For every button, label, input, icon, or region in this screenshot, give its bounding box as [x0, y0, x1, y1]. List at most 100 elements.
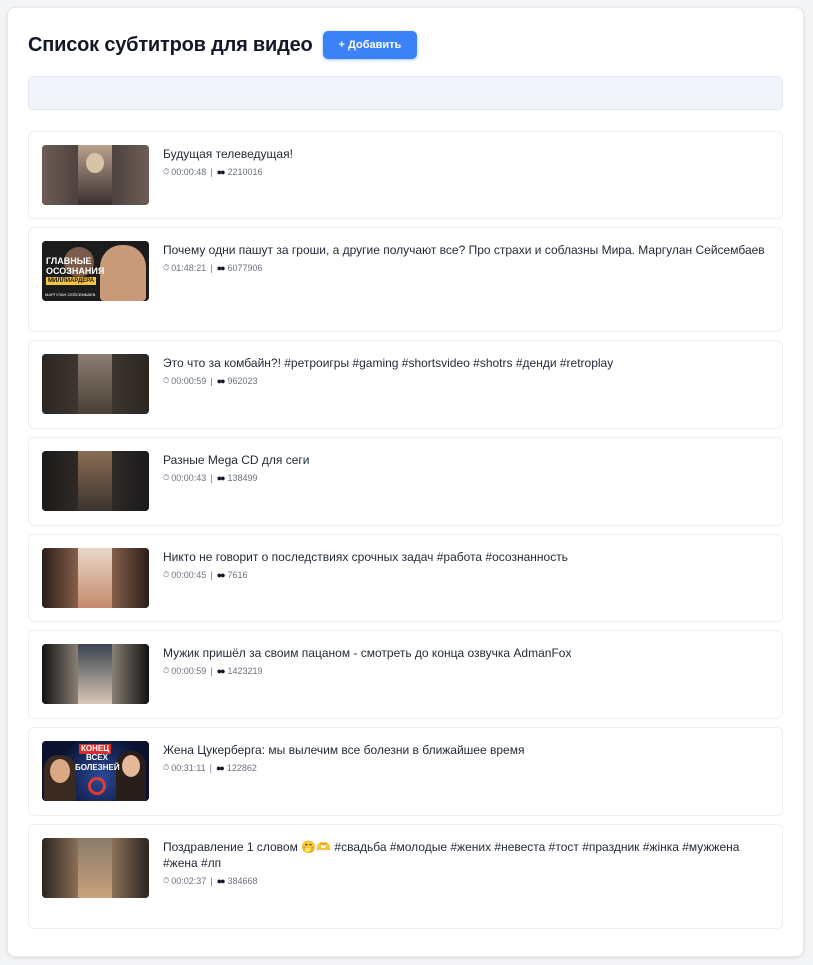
- video-list-item[interactable]: Поздравление 1 словом 🤭🫶 #свадьба #молод…: [28, 824, 783, 929]
- video-title[interactable]: Будущая телеведущая!: [163, 146, 770, 162]
- video-info: Почему одни пашут за гроши, а другие пол…: [163, 242, 770, 274]
- video-thumbnail[interactable]: ГЛАВНЫЕ ОСОЗНАНИЯ МИЛЛИАРДЕРА МАРГУЛАН СЕЙС…: [42, 241, 149, 301]
- video-meta: ⏱ 00:00:59 | ●● 1423219: [163, 665, 770, 677]
- video-views: 962023: [227, 376, 258, 386]
- subtitle-list-panel: Список субтитров для видео + Добавить Бу…: [7, 7, 804, 957]
- thumb-center: [78, 451, 112, 511]
- thumb-face: [122, 755, 140, 777]
- thumb-left: [42, 644, 78, 704]
- video-info: Будущая телеведущая! ⏱ 00:00:48 | ●● 2210016: [163, 146, 770, 178]
- thumb-center: [78, 838, 112, 898]
- video-views: 1423219: [227, 666, 263, 676]
- thumb-headline: ВСЕХ: [86, 753, 108, 762]
- video-list-item[interactable]: Никто не говорит о последствиях срочных …: [28, 534, 783, 622]
- thumb-left: [42, 354, 78, 414]
- video-meta: ⏱ 00:00:43 | ●● 138499: [163, 472, 770, 484]
- eyes-icon: ●●: [215, 763, 225, 773]
- video-thumbnail[interactable]: [42, 644, 149, 704]
- thumb-right: [112, 145, 149, 205]
- thumb-face: [50, 759, 70, 783]
- video-meta: ⏱ 00:00:45 | ●● 7616: [163, 569, 770, 581]
- video-views: 2210016: [227, 167, 263, 177]
- video-list-item[interactable]: КОНЕЦ ВСЕХ БОЛЕЗНЕЙ Жена Цукерберга: мы выл…: [28, 727, 783, 816]
- meta-separator: |: [209, 763, 212, 773]
- video-thumbnail[interactable]: [42, 838, 149, 898]
- thumb-face: [86, 153, 104, 173]
- video-title[interactable]: Жена Цукерберга: мы вылечим все болезни …: [163, 742, 770, 758]
- video-meta: ⏱ 00:00:48 | ●● 2210016: [163, 166, 770, 178]
- thumb-center: [78, 354, 112, 414]
- page-header: Список субтитров для видео + Добавить: [28, 31, 418, 59]
- video-duration: 01:48:21: [171, 263, 207, 273]
- meta-separator: |: [210, 167, 213, 177]
- video-thumbnail[interactable]: [42, 451, 149, 511]
- video-title[interactable]: Почему одни пашут за гроши, а другие пол…: [163, 242, 770, 258]
- thumb-headline: БОЛЕЗНЕЙ: [75, 763, 120, 772]
- video-meta: ⏱ 00:00:59 | ●● 962023: [163, 375, 770, 387]
- video-views: 6077906: [227, 263, 263, 273]
- meta-separator: |: [210, 570, 213, 580]
- video-info: Мужик пришёл за своим пацаном - смотреть…: [163, 645, 770, 677]
- eyes-icon: ●●: [216, 666, 226, 676]
- filter-bar[interactable]: [28, 76, 783, 110]
- thumb-right: [112, 451, 149, 511]
- thumb-right: [112, 644, 149, 704]
- video-meta: ⏱ 00:31:11 | ●● 122862: [163, 762, 770, 774]
- video-info: Поздравление 1 словом 🤭🫶 #свадьба #молод…: [163, 839, 770, 887]
- thumb-right: [112, 548, 149, 608]
- video-title[interactable]: Это что за комбайн?! #ретроигры #gaming …: [163, 355, 770, 371]
- video-thumbnail[interactable]: [42, 145, 149, 205]
- thumb-left: [42, 145, 78, 205]
- video-info: Разные Mega CD для сеги ⏱ 00:00:43 | ●● 13849…: [163, 452, 770, 484]
- thumb-center: [78, 644, 112, 704]
- stopwatch-icon: ⏱: [163, 666, 170, 675]
- eyes-icon: ●●: [216, 263, 226, 273]
- video-duration: 00:00:43: [171, 473, 207, 483]
- meta-separator: |: [210, 263, 213, 273]
- video-info: Жена Цукерберга: мы вылечим все болезни …: [163, 742, 770, 774]
- thumb-right: [112, 838, 149, 898]
- thumb-right: [112, 354, 149, 414]
- video-thumbnail[interactable]: [42, 354, 149, 414]
- meta-separator: |: [210, 666, 213, 676]
- video-title[interactable]: Никто не говорит о последствиях срочных …: [163, 549, 770, 565]
- stopwatch-icon: ⏱: [163, 167, 170, 176]
- video-list-item[interactable]: Разные Mega CD для сеги ⏱ 00:00:43 | ●● 13849…: [28, 437, 783, 526]
- video-title[interactable]: Разные Mega CD для сеги: [163, 452, 770, 468]
- stopwatch-icon: ⏱: [163, 570, 170, 579]
- thumb-left: [42, 838, 78, 898]
- video-list-item[interactable]: Мужик пришёл за своим пацаном - смотреть…: [28, 630, 783, 719]
- eyes-icon: ●●: [216, 876, 226, 886]
- video-duration: 00:02:37: [171, 876, 207, 886]
- video-list-item[interactable]: Будущая телеведущая! ⏱ 00:00:48 | ●● 2210016: [28, 131, 783, 219]
- stopwatch-icon: ⏱: [163, 263, 170, 272]
- video-info: Никто не говорит о последствиях срочных …: [163, 549, 770, 581]
- stopwatch-icon: ⏱: [163, 876, 170, 885]
- video-duration: 00:31:11: [171, 763, 206, 773]
- video-duration: 00:00:48: [171, 167, 207, 177]
- stopwatch-icon: ⏱: [163, 376, 170, 385]
- video-thumbnail[interactable]: [42, 548, 149, 608]
- add-button[interactable]: + Добавить: [322, 31, 418, 59]
- thumb-ring: [88, 777, 106, 795]
- video-duration: 00:00:59: [171, 376, 207, 386]
- meta-separator: |: [210, 876, 213, 886]
- video-thumbnail[interactable]: КОНЕЦ ВСЕХ БОЛЕЗНЕЙ: [42, 741, 149, 801]
- video-title[interactable]: Мужик пришёл за своим пацаном - смотреть…: [163, 645, 770, 661]
- video-views: 122862: [226, 763, 257, 773]
- video-duration: 00:00:59: [171, 666, 207, 676]
- stopwatch-icon: ⏱: [163, 473, 170, 482]
- thumb-person: [100, 245, 146, 301]
- thumb-headline: ОСОЗНАНИЯ: [46, 266, 105, 276]
- video-views: 384668: [227, 876, 258, 886]
- eyes-icon: ●●: [216, 167, 226, 177]
- video-meta: ⏱ 00:02:37 | ●● 384668: [163, 875, 770, 887]
- thumb-left: [42, 548, 78, 608]
- eyes-icon: ●●: [216, 473, 226, 483]
- video-title[interactable]: Поздравление 1 словом 🤭🫶 #свадьба #молод…: [163, 839, 770, 871]
- eyes-icon: ●●: [216, 376, 226, 386]
- video-views: 138499: [227, 473, 258, 483]
- video-list-item[interactable]: ГЛАВНЫЕ ОСОЗНАНИЯ МИЛЛИАРДЕРА МАРГУЛАН СЕЙС…: [28, 227, 783, 332]
- thumb-headline: МИЛЛИАРДЕРА: [46, 277, 97, 285]
- video-list-item[interactable]: Это что за комбайн?! #ретроигры #gaming …: [28, 340, 783, 429]
